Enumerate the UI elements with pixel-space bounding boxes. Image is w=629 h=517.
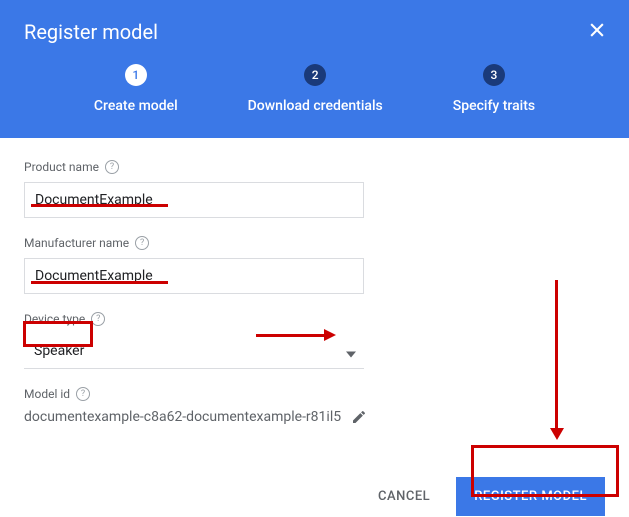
step-label: Download credentials — [248, 98, 383, 114]
model-id-label: Model id ? — [24, 387, 605, 401]
annotation-box — [23, 321, 93, 347]
step-label: Specify traits — [453, 98, 535, 114]
dialog-title: Register model — [24, 20, 605, 44]
help-icon[interactable]: ? — [91, 312, 105, 326]
annotation-box — [471, 445, 619, 497]
annotation-arrow — [550, 280, 564, 440]
help-icon[interactable]: ? — [105, 160, 119, 174]
product-name-input[interactable] — [24, 182, 364, 218]
close-icon — [587, 20, 607, 44]
model-id-value: documentexample-c8a62-documentexample-r8… — [24, 409, 341, 425]
help-icon[interactable]: ? — [76, 387, 90, 401]
field-product-name: Product name ? — [24, 160, 605, 218]
step-number: 3 — [483, 64, 505, 86]
cancel-button[interactable]: CANCEL — [370, 479, 438, 514]
stepper: 1 Create model 2 Download credentials 3 … — [24, 64, 605, 114]
field-model-id: Model id ? documentexample-c8a62-documen… — [24, 387, 605, 425]
close-button[interactable] — [583, 18, 611, 46]
step-download-credentials[interactable]: 2 Download credentials — [248, 64, 383, 114]
form-body: Product name ? Manufacturer name ? Devic… — [0, 138, 629, 465]
manufacturer-name-input[interactable] — [24, 258, 364, 294]
annotation-arrow — [256, 329, 336, 341]
step-create-model[interactable]: 1 Create model — [94, 64, 178, 114]
step-label: Create model — [94, 98, 178, 114]
manufacturer-name-label: Manufacturer name ? — [24, 236, 605, 250]
edit-icon[interactable] — [351, 409, 367, 425]
step-number: 2 — [304, 64, 326, 86]
dialog-header: Register model 1 Create model 2 Download… — [0, 0, 629, 138]
help-icon[interactable]: ? — [135, 236, 149, 250]
field-manufacturer-name: Manufacturer name ? — [24, 236, 605, 294]
annotation-underline — [31, 204, 168, 207]
step-specify-traits[interactable]: 3 Specify traits — [453, 64, 535, 114]
device-type-label: Device type ? — [24, 312, 605, 326]
product-name-label: Product name ? — [24, 160, 605, 174]
step-number: 1 — [125, 64, 147, 86]
annotation-underline — [31, 281, 168, 284]
